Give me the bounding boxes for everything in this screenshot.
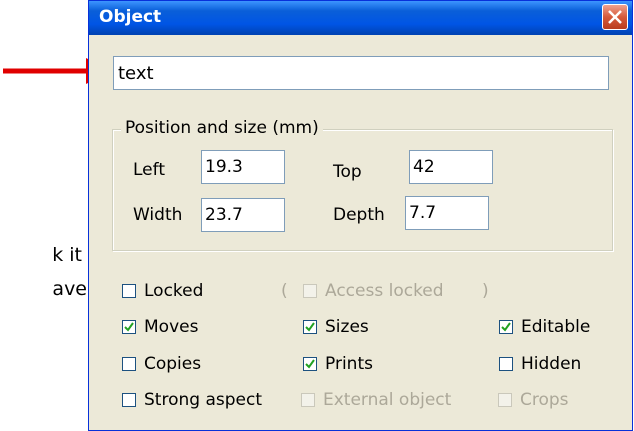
- object-name-input[interactable]: text: [113, 56, 609, 90]
- moves-checkbox[interactable]: Moves: [122, 317, 198, 337]
- close-icon: [608, 10, 622, 24]
- copies-checkbox[interactable]: Copies: [122, 354, 201, 374]
- access-locked-checkbox: Access locked: [303, 281, 444, 301]
- external-object-checkbox: External object: [301, 390, 451, 410]
- prints-checkbox[interactable]: Prints: [303, 354, 373, 374]
- access-locked-checkbox-box: [303, 284, 317, 298]
- strong-aspect-label: Strong aspect: [144, 390, 262, 410]
- sizes-checkbox-box[interactable]: [303, 320, 317, 334]
- depth-label: Depth: [333, 205, 385, 225]
- external-object-label: External object: [323, 390, 452, 410]
- left-input[interactable]: 19.3: [201, 150, 285, 184]
- width-label: Width: [133, 205, 183, 225]
- top-input[interactable]: 42: [409, 150, 493, 184]
- locked-label: Locked: [144, 281, 204, 301]
- editable-checkbox-box[interactable]: [499, 320, 513, 334]
- title-bar[interactable]: Object: [89, 1, 632, 35]
- locked-checkbox[interactable]: Locked: [122, 281, 203, 301]
- depth-input[interactable]: 7.7: [405, 196, 489, 230]
- hidden-label: Hidden: [521, 354, 582, 374]
- check-icon: [305, 322, 315, 332]
- position-size-legend: Position and size (mm): [121, 118, 323, 138]
- dialog-title: Object: [99, 7, 162, 27]
- top-label: Top: [333, 162, 362, 182]
- moves-checkbox-box[interactable]: [122, 320, 136, 334]
- crops-checkbox-box: [498, 393, 512, 407]
- moves-label: Moves: [144, 317, 199, 337]
- prints-label: Prints: [325, 354, 373, 374]
- strong-aspect-checkbox-box[interactable]: [122, 393, 136, 407]
- check-icon: [501, 322, 511, 332]
- check-icon: [305, 359, 315, 369]
- editable-checkbox[interactable]: Editable: [499, 317, 590, 337]
- width-input[interactable]: 23.7: [201, 198, 285, 232]
- left-label: Left: [133, 160, 165, 180]
- copies-label: Copies: [144, 354, 202, 374]
- check-icon: [124, 322, 134, 332]
- paren-close: ): [482, 281, 489, 301]
- position-size-group: [112, 129, 613, 251]
- copies-checkbox-box[interactable]: [122, 357, 136, 371]
- hidden-checkbox-box[interactable]: [499, 357, 513, 371]
- strong-aspect-checkbox[interactable]: Strong aspect: [122, 390, 262, 410]
- external-object-checkbox-box: [301, 393, 315, 407]
- sizes-checkbox[interactable]: Sizes: [303, 317, 369, 337]
- hidden-checkbox[interactable]: Hidden: [499, 354, 581, 374]
- paren-open: (: [281, 281, 288, 301]
- prints-checkbox-box[interactable]: [303, 357, 317, 371]
- crops-checkbox: Crops: [498, 390, 569, 410]
- object-dialog: Object text Position and size (mm) Left …: [88, 0, 633, 431]
- crops-label: Crops: [520, 390, 569, 410]
- background-text-line-2: ave: [52, 278, 87, 300]
- sizes-label: Sizes: [325, 317, 369, 337]
- access-locked-label: Access locked: [325, 281, 444, 301]
- locked-checkbox-box[interactable]: [122, 284, 136, 298]
- background-text-line-1: k it: [52, 244, 82, 266]
- editable-label: Editable: [521, 317, 591, 337]
- close-button[interactable]: [602, 4, 628, 30]
